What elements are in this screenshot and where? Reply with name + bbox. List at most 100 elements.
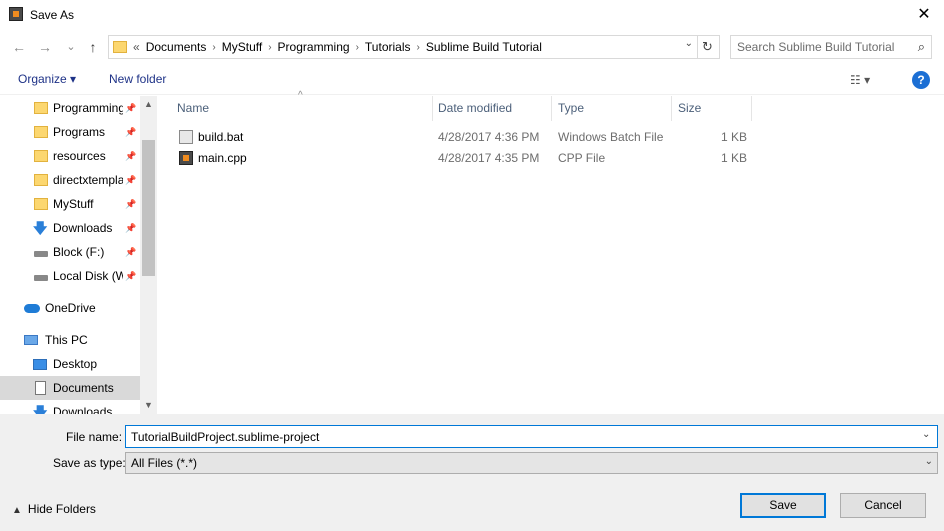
save-button[interactable]: Save	[740, 493, 826, 518]
breadcrumb-programming[interactable]: Programming	[278, 40, 350, 54]
sidebar-item-directxtemplate[interactable]: directxtempla 📌	[0, 168, 140, 192]
breadcrumb-mystuff[interactable]: MyStuff	[222, 40, 262, 54]
breadcrumb-separator[interactable]: ›	[417, 42, 420, 53]
sidebar-item-label: directxtempla	[53, 173, 123, 187]
save-form-panel: File name: ⌄ Save as type: All Files (*.…	[0, 414, 944, 531]
organize-button[interactable]: Organize ▾	[18, 72, 76, 86]
close-icon[interactable]: ✕	[904, 0, 944, 30]
up-arrow-icon[interactable]: ↑	[84, 37, 102, 57]
sidebar-item-mystuff[interactable]: MyStuff 📌	[0, 192, 140, 216]
file-size: 1 KB	[721, 151, 748, 165]
table-row[interactable]: main.cpp 4/28/2017 4:35 PM CPP File 1 KB	[173, 148, 753, 169]
folder-icon	[34, 150, 48, 162]
hide-folders-label: Hide Folders	[27, 502, 96, 516]
pin-icon[interactable]: 📌	[125, 151, 136, 162]
cloud-icon	[24, 303, 40, 313]
sidebar-item-documents[interactable]: Documents	[0, 376, 140, 400]
navigation-pane: Programming 📌 Programs 📌 resources 📌 dir…	[0, 96, 140, 414]
chevron-up-icon: ▲	[12, 505, 22, 516]
sidebar-item-label: Programming	[53, 101, 123, 115]
file-type: CPP File	[558, 151, 606, 165]
computer-icon	[24, 335, 38, 345]
breadcrumb-separator[interactable]: ›	[212, 42, 215, 53]
pin-icon[interactable]: 📌	[125, 175, 136, 186]
table-row[interactable]: build.bat 4/28/2017 4:36 PM Windows Batc…	[173, 127, 753, 148]
cpp-file-icon	[179, 151, 193, 165]
command-toolbar: Organize ▾ New folder ☷ ▾ ?	[0, 65, 944, 95]
pin-icon[interactable]: 📌	[125, 103, 136, 114]
column-header-date-modified[interactable]: Date modified	[432, 96, 552, 121]
document-icon	[35, 381, 46, 395]
sidebar-item-label: Block (F:)	[53, 245, 105, 259]
drive-icon	[34, 251, 48, 257]
scroll-up-icon[interactable]: ▲	[140, 96, 157, 113]
breadcrumb-sublime-build-tutorial[interactable]: Sublime Build Tutorial	[426, 40, 542, 54]
breadcrumb-separator[interactable]: ›	[356, 42, 359, 53]
scrollbar-thumb[interactable]	[142, 140, 155, 276]
file-name-dropdown-icon[interactable]: ⌄	[922, 429, 930, 440]
folder-icon	[34, 198, 48, 210]
address-bar[interactable]: « Documents › MyStuff › Programming › Tu…	[108, 35, 720, 59]
file-size: 1 KB	[721, 130, 748, 144]
sidebar-item-programs[interactable]: Programs 📌	[0, 120, 140, 144]
help-icon[interactable]: ?	[912, 71, 930, 89]
sidebar-item-local-disk[interactable]: Local Disk (W 📌	[0, 264, 140, 288]
sidebar-item-label: Documents	[53, 381, 114, 395]
column-header-name[interactable]: Name	[171, 96, 433, 121]
breadcrumb-separator[interactable]: ›	[268, 42, 271, 53]
sidebar-item-label: Local Disk (W	[53, 269, 123, 283]
sublime-app-icon	[9, 7, 23, 21]
pin-icon[interactable]: 📌	[125, 199, 136, 210]
pin-icon[interactable]: 📌	[125, 223, 136, 234]
window-title: Save As	[30, 8, 75, 22]
new-folder-button[interactable]: New folder	[109, 72, 166, 86]
sidebar-item-label: Programs	[53, 125, 106, 139]
download-icon: 🡇	[33, 404, 48, 414]
refresh-icon[interactable]: ↻	[697, 36, 717, 58]
pin-icon[interactable]: 📌	[125, 271, 136, 282]
sidebar-item-desktop[interactable]: Desktop	[0, 352, 140, 376]
folder-icon	[34, 126, 48, 138]
sidebar-item-downloads[interactable]: 🡇 Downloads 📌	[0, 216, 140, 240]
pin-icon[interactable]: 📌	[125, 247, 136, 258]
save-as-type-select[interactable]: All Files (*.*) ⌄	[125, 452, 938, 474]
sidebar-item-programming[interactable]: Programming 📌	[0, 96, 140, 120]
file-name-input[interactable]	[125, 425, 938, 448]
sidebar-item-label: Desktop	[53, 357, 98, 371]
title-bar: Save As ✕	[0, 0, 944, 30]
search-icon[interactable]: ⌕	[918, 39, 925, 55]
breadcrumb-documents[interactable]: Documents	[146, 40, 207, 54]
sidebar-item-this-pc[interactable]: This PC	[0, 328, 140, 352]
save-as-type-value: All Files (*.*)	[131, 456, 198, 470]
save-as-type-label: Save as type:	[53, 456, 126, 470]
recent-locations-icon[interactable]: ⌄	[64, 37, 78, 57]
sidebar-item-resources[interactable]: resources 📌	[0, 144, 140, 168]
sidebar-scrollbar[interactable]: ▲ ▼	[140, 96, 157, 414]
sidebar-item-downloads-pc[interactable]: 🡇 Downloads	[0, 400, 140, 414]
pin-icon[interactable]: 📌	[125, 127, 136, 138]
save-as-type-dropdown-icon[interactable]: ⌄	[925, 456, 933, 467]
address-dropdown-icon[interactable]: ⌄	[685, 38, 693, 49]
address-overflow[interactable]: «	[133, 40, 140, 54]
change-view-icon[interactable]: ☷ ▾	[850, 73, 870, 87]
sidebar-item-label: resources	[53, 149, 106, 163]
breadcrumb-tutorials[interactable]: Tutorials	[365, 40, 411, 54]
drive-icon	[34, 275, 48, 281]
search-placeholder: Search Sublime Build Tutorial	[737, 40, 895, 54]
hide-folders-button[interactable]: ▲ Hide Folders	[12, 502, 96, 516]
sidebar-item-label: OneDrive	[45, 301, 96, 315]
back-arrow-icon[interactable]: ←	[10, 37, 28, 57]
batch-file-icon	[179, 130, 193, 144]
file-type: Windows Batch File	[558, 130, 664, 144]
sidebar-item-block-drive[interactable]: Block (F:) 📌	[0, 240, 140, 264]
scroll-down-icon[interactable]: ▼	[140, 397, 157, 414]
download-icon: 🡇	[33, 220, 48, 236]
column-header-type[interactable]: Type	[552, 96, 672, 121]
search-input[interactable]: Search Sublime Build Tutorial ⌕	[730, 35, 932, 59]
file-name-label: File name:	[66, 430, 123, 444]
sidebar-item-label: Downloads	[53, 221, 113, 235]
sidebar-item-onedrive[interactable]: OneDrive	[0, 296, 140, 320]
forward-arrow-icon[interactable]: →	[36, 37, 54, 57]
cancel-button[interactable]: Cancel	[840, 493, 926, 518]
column-header-size[interactable]: Size	[672, 96, 752, 121]
